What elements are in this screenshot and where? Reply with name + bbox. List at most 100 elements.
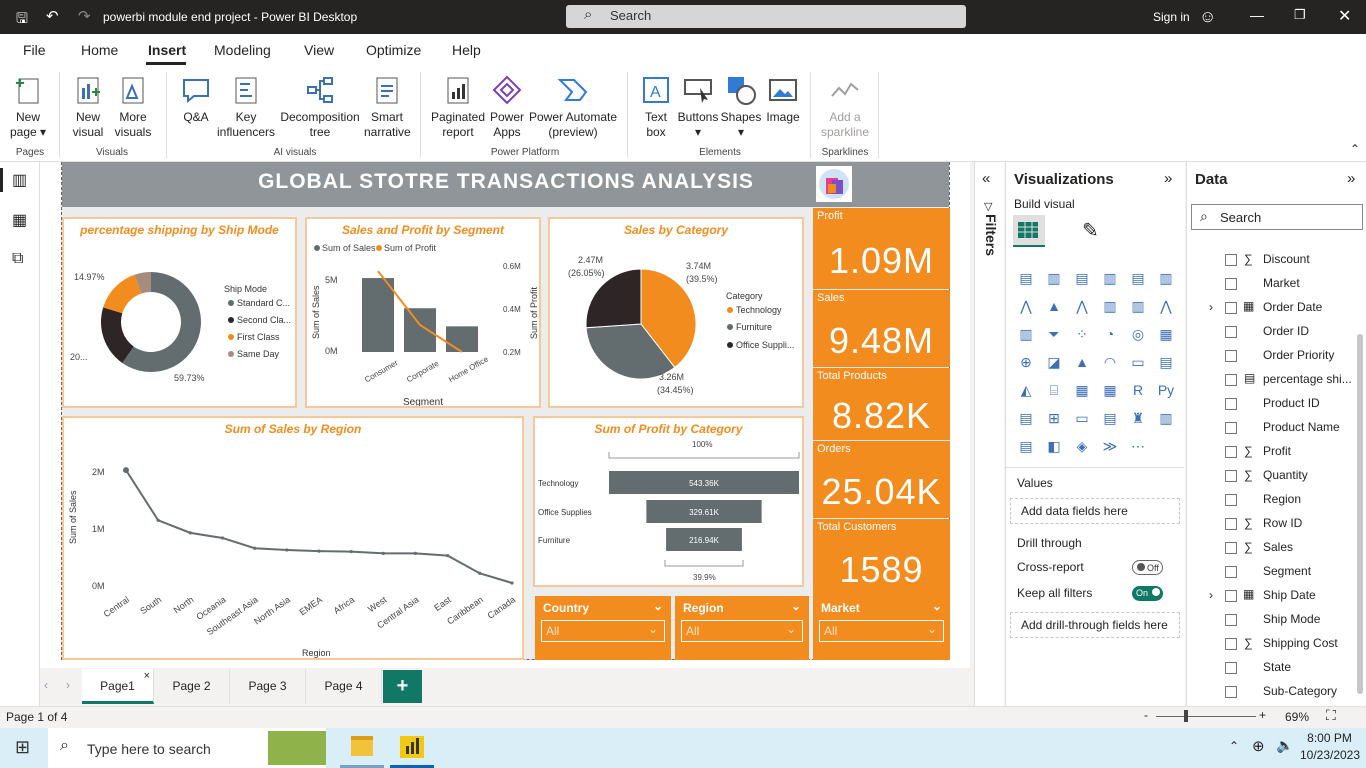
visual-type-icon[interactable]: ⋯ — [1128, 438, 1148, 456]
field-checkbox[interactable] — [1225, 374, 1237, 386]
segment-chart-card[interactable]: Sales and Profit by Segment Consumer Corp… — [305, 217, 541, 408]
smart-narrative-button[interactable]: Smart narrative — [364, 74, 411, 140]
field-name[interactable]: Sub-Category — [1263, 684, 1337, 698]
visual-type-icon[interactable]: ▤ — [1016, 438, 1036, 456]
power-automate-button[interactable]: Power Automate (preview) — [526, 74, 620, 140]
field-checkbox[interactable] — [1225, 254, 1237, 266]
visual-type-icon[interactable]: ▤ — [1128, 270, 1148, 288]
field-checkbox[interactable] — [1225, 470, 1237, 482]
field-checkbox[interactable] — [1225, 542, 1237, 554]
qna-button[interactable]: Q&A — [174, 74, 218, 125]
menu-optimize[interactable]: Optimize — [366, 42, 421, 58]
visual-type-icon[interactable]: ▦ — [1100, 382, 1120, 400]
visual-type-icon[interactable]: ⋀ — [1156, 298, 1176, 316]
menu-modeling[interactable]: Modeling — [214, 42, 271, 58]
field-name[interactable]: Row ID — [1263, 516, 1302, 530]
menu-file[interactable]: File — [23, 42, 46, 58]
visual-type-icon[interactable]: ≫ — [1100, 438, 1120, 456]
network-icon[interactable]: ⊕ — [1252, 737, 1265, 755]
visual-type-icon[interactable]: ◈ — [1072, 438, 1092, 456]
add-page-button[interactable]: + — [383, 670, 422, 703]
field-name[interactable]: Order Priority — [1263, 348, 1334, 362]
close-icon[interactable]: ✕ — [1338, 6, 1351, 26]
field-name[interactable]: Order Date — [1263, 300, 1322, 314]
redo-icon[interactable]: ↷ — [78, 7, 91, 25]
collapse-data-icon[interactable]: » — [1347, 170, 1355, 187]
visual-type-icon[interactable]: ⌸ — [1044, 382, 1064, 400]
field-checkbox[interactable] — [1225, 518, 1237, 530]
region-dropdown[interactable]: All ⌄ — [681, 620, 803, 642]
more-visuals-button[interactable]: More visuals — [110, 74, 156, 140]
visual-type-icon[interactable]: ◭ — [1016, 382, 1036, 400]
field-checkbox[interactable] — [1225, 302, 1237, 314]
data-scrollbar[interactable] — [1357, 334, 1363, 694]
values-well[interactable]: Add data fields here — [1010, 498, 1180, 524]
power-apps-button[interactable]: Power Apps — [486, 74, 528, 140]
drill-through-well[interactable]: Add drill-through fields here — [1010, 612, 1180, 638]
tab-page3[interactable]: Page 3 — [230, 669, 306, 704]
visual-type-icon[interactable]: ⏷ — [1044, 326, 1064, 344]
model-view-icon[interactable]: ⧉ — [12, 250, 23, 268]
tab-page4[interactable]: Page 4 — [306, 669, 382, 704]
region-line-card[interactable]: Sum of Sales by Region Central South North… — [62, 416, 524, 660]
key-influencers-button[interactable]: Key influencers — [214, 74, 278, 140]
field-checkbox[interactable] — [1225, 614, 1237, 626]
visual-type-icon[interactable]: ▤ — [1100, 410, 1120, 428]
tab-page1[interactable]: Page1 × — [82, 669, 154, 704]
kpi-total-products[interactable]: Total Products 8.82K — [813, 368, 950, 440]
image-button[interactable]: Image — [762, 74, 804, 125]
visual-type-icon[interactable]: ▥ — [1128, 298, 1148, 316]
file-explorer-icon[interactable] — [351, 736, 373, 756]
region-slicer[interactable]: Region ⌄ All ⌄ — [675, 596, 809, 660]
visual-type-icon[interactable]: ◔ — [1100, 326, 1120, 344]
field-checkbox[interactable] — [1225, 638, 1237, 650]
filters-pane[interactable]: « ▽ Filters — [974, 162, 1004, 706]
buttons-button[interactable]: Buttons ▾ — [676, 74, 720, 140]
restore-icon[interactable]: ❐ — [1294, 7, 1306, 23]
visual-type-icon[interactable]: ▦ — [1156, 326, 1176, 344]
zoom-slider[interactable] — [1156, 716, 1256, 717]
decomposition-tree-button[interactable]: Decomposition tree — [276, 74, 364, 140]
new-visual-button[interactable]: New visual — [66, 74, 110, 140]
field-name[interactable]: Ship Mode — [1263, 612, 1320, 626]
field-name[interactable]: Profit — [1263, 444, 1291, 458]
zoom-slider-thumb[interactable] — [1184, 710, 1188, 722]
visual-type-icon[interactable]: R — [1128, 382, 1148, 400]
field-checkbox[interactable] — [1225, 398, 1237, 410]
visual-type-icon[interactable]: ▲ — [1072, 354, 1092, 372]
visual-type-icon[interactable]: ▭ — [1128, 354, 1148, 372]
visual-type-icon[interactable]: ▥ — [1156, 270, 1176, 288]
visual-type-icon[interactable]: ▥ — [1100, 270, 1120, 288]
market-dropdown[interactable]: All ⌄ — [819, 620, 944, 642]
field-checkbox[interactable] — [1225, 278, 1237, 290]
visual-type-icon[interactable]: ▥ — [1100, 298, 1120, 316]
field-checkbox[interactable] — [1225, 446, 1237, 458]
report-view-icon[interactable]: ▥ — [12, 170, 27, 190]
field-name[interactable]: Product Name — [1263, 420, 1340, 434]
visual-type-icon[interactable]: ▥ — [1044, 270, 1064, 288]
shapes-button[interactable]: Shapes ▾ — [718, 74, 764, 140]
visual-type-icon[interactable]: ⋀ — [1016, 298, 1036, 316]
table-view-icon[interactable]: ▦ — [12, 210, 27, 230]
visual-type-icon[interactable]: ▤ — [1156, 354, 1176, 372]
visual-type-icon[interactable]: ◎ — [1128, 326, 1148, 344]
collapse-viz-icon[interactable]: » — [1164, 170, 1172, 187]
windows-start-icon[interactable]: ⊞ — [15, 737, 30, 758]
field-checkbox[interactable] — [1225, 350, 1237, 362]
new-page-button[interactable]: New page ▾ — [6, 74, 50, 140]
country-slicer[interactable]: Country ⌄ All ⌄ — [535, 596, 671, 660]
kpi-total-customers[interactable]: Total Customers 1589 — [813, 519, 950, 596]
ship-mode-donut-card[interactable]: percentage shipping by Ship Mode 14.97% … — [62, 217, 297, 408]
field-name[interactable]: Order ID — [1263, 324, 1309, 338]
menu-insert[interactable]: Insert — [148, 42, 186, 58]
visual-type-icon[interactable]: ⊕ — [1016, 354, 1036, 372]
field-name[interactable]: Discount — [1263, 252, 1310, 266]
volume-icon[interactable]: 🔈 — [1276, 737, 1293, 754]
expand-chevron-icon[interactable]: › — [1209, 588, 1213, 602]
field-name[interactable]: Quantity — [1263, 468, 1308, 482]
field-checkbox[interactable] — [1225, 686, 1237, 698]
fit-to-page-icon[interactable]: ⛶ — [1326, 707, 1336, 724]
menu-view[interactable]: View — [304, 42, 334, 58]
visual-type-icon[interactable]: ▭ — [1072, 410, 1092, 428]
category-pie-card[interactable]: Sales by Category 2.47M (26.05%) 3.74M (… — [548, 217, 804, 408]
